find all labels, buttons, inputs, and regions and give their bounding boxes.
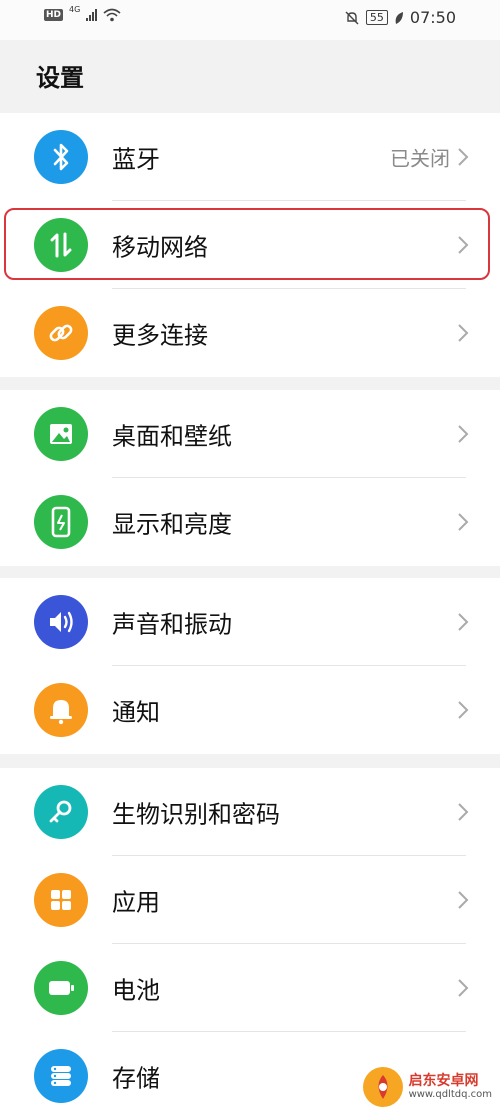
- bluetooth-icon: [34, 130, 88, 184]
- watermark-url: www.qdltdq.com: [408, 1089, 492, 1101]
- storage-icon: [34, 1049, 88, 1103]
- chevron-right-icon: [458, 513, 469, 531]
- page-title: 设置: [36, 64, 84, 92]
- bell-off-icon: [345, 11, 359, 24]
- display-icon: [34, 495, 88, 549]
- network-type: 4G: [69, 4, 81, 14]
- settings-item-label: 生物识别和密码: [112, 800, 280, 829]
- settings-item-battery[interactable]: 电池: [0, 944, 500, 1032]
- hd-badge: HD: [44, 9, 64, 21]
- key-icon: [34, 785, 88, 839]
- settings-item-sound-vibration[interactable]: 声音和振动: [0, 578, 500, 666]
- signal-icon: [86, 9, 98, 21]
- status-right: 55 07:50: [344, 8, 456, 27]
- chevron-right-icon: [458, 425, 469, 443]
- settings-item-wallpaper[interactable]: 桌面和壁纸: [0, 390, 500, 478]
- watermark-text: 启东安卓网 www.qdltdq.com: [408, 1072, 492, 1101]
- chevron-right-icon: [458, 803, 469, 821]
- chevron-right-icon: [458, 148, 469, 166]
- settings-item-mobile-network[interactable]: 移动网络: [0, 201, 500, 289]
- battery-icon: [34, 961, 88, 1015]
- chevron-right-icon: [458, 891, 469, 909]
- settings-item-label: 电池: [112, 976, 160, 1005]
- settings-item-label: 存储: [112, 1064, 160, 1093]
- settings-item-apps[interactable]: 应用: [0, 856, 500, 944]
- chevron-right-icon: [458, 236, 469, 254]
- watermark-logo: [362, 1067, 403, 1107]
- settings-item-notifications[interactable]: 通知: [0, 666, 500, 754]
- settings-item-label: 蓝牙: [112, 145, 160, 174]
- battery-indicator: 55: [365, 10, 388, 25]
- settings-group-sound: 声音和振动 通知: [0, 578, 500, 754]
- settings-item-value: 已关闭: [390, 146, 450, 171]
- clock: 07:50: [409, 8, 456, 27]
- settings-item-display-brightness[interactable]: 显示和亮度: [0, 478, 500, 566]
- leaf-icon: [395, 11, 403, 24]
- settings-item-biometrics-password[interactable]: 生物识别和密码: [0, 768, 500, 856]
- chevron-right-icon: [458, 701, 469, 719]
- settings-item-label: 桌面和壁纸: [112, 422, 232, 451]
- link-icon: [34, 306, 88, 360]
- settings-item-label: 更多连接: [112, 321, 208, 350]
- settings-group-connectivity: 蓝牙 已关闭 移动网络 更多连接: [0, 113, 500, 377]
- wallpaper-icon: [34, 407, 88, 461]
- speaker-icon: [34, 595, 88, 649]
- bell-icon: [34, 683, 88, 737]
- chevron-right-icon: [458, 613, 469, 631]
- mobile-data-icon: [34, 218, 88, 272]
- settings-item-more-connections[interactable]: 更多连接: [0, 289, 500, 377]
- apps-icon: [34, 873, 88, 927]
- status-bar: HD 4G 55 07:50: [0, 0, 500, 40]
- wifi-icon: [103, 8, 121, 22]
- settings-item-label: 通知: [112, 698, 160, 727]
- chevron-right-icon: [458, 324, 469, 342]
- settings-group-display: 桌面和壁纸 显示和亮度: [0, 390, 500, 566]
- watermark-name: 启东安卓网: [408, 1072, 479, 1089]
- watermark: 启东安卓网 www.qdltdq.com: [362, 1067, 492, 1107]
- settings-item-bluetooth[interactable]: 蓝牙 已关闭: [0, 113, 500, 201]
- settings-item-label: 显示和亮度: [112, 510, 232, 539]
- settings-item-label: 移动网络: [112, 233, 208, 262]
- settings-item-label: 声音和振动: [112, 610, 232, 639]
- status-left: HD 4G: [44, 4, 121, 22]
- chevron-right-icon: [458, 979, 469, 997]
- settings-item-label: 应用: [112, 888, 160, 917]
